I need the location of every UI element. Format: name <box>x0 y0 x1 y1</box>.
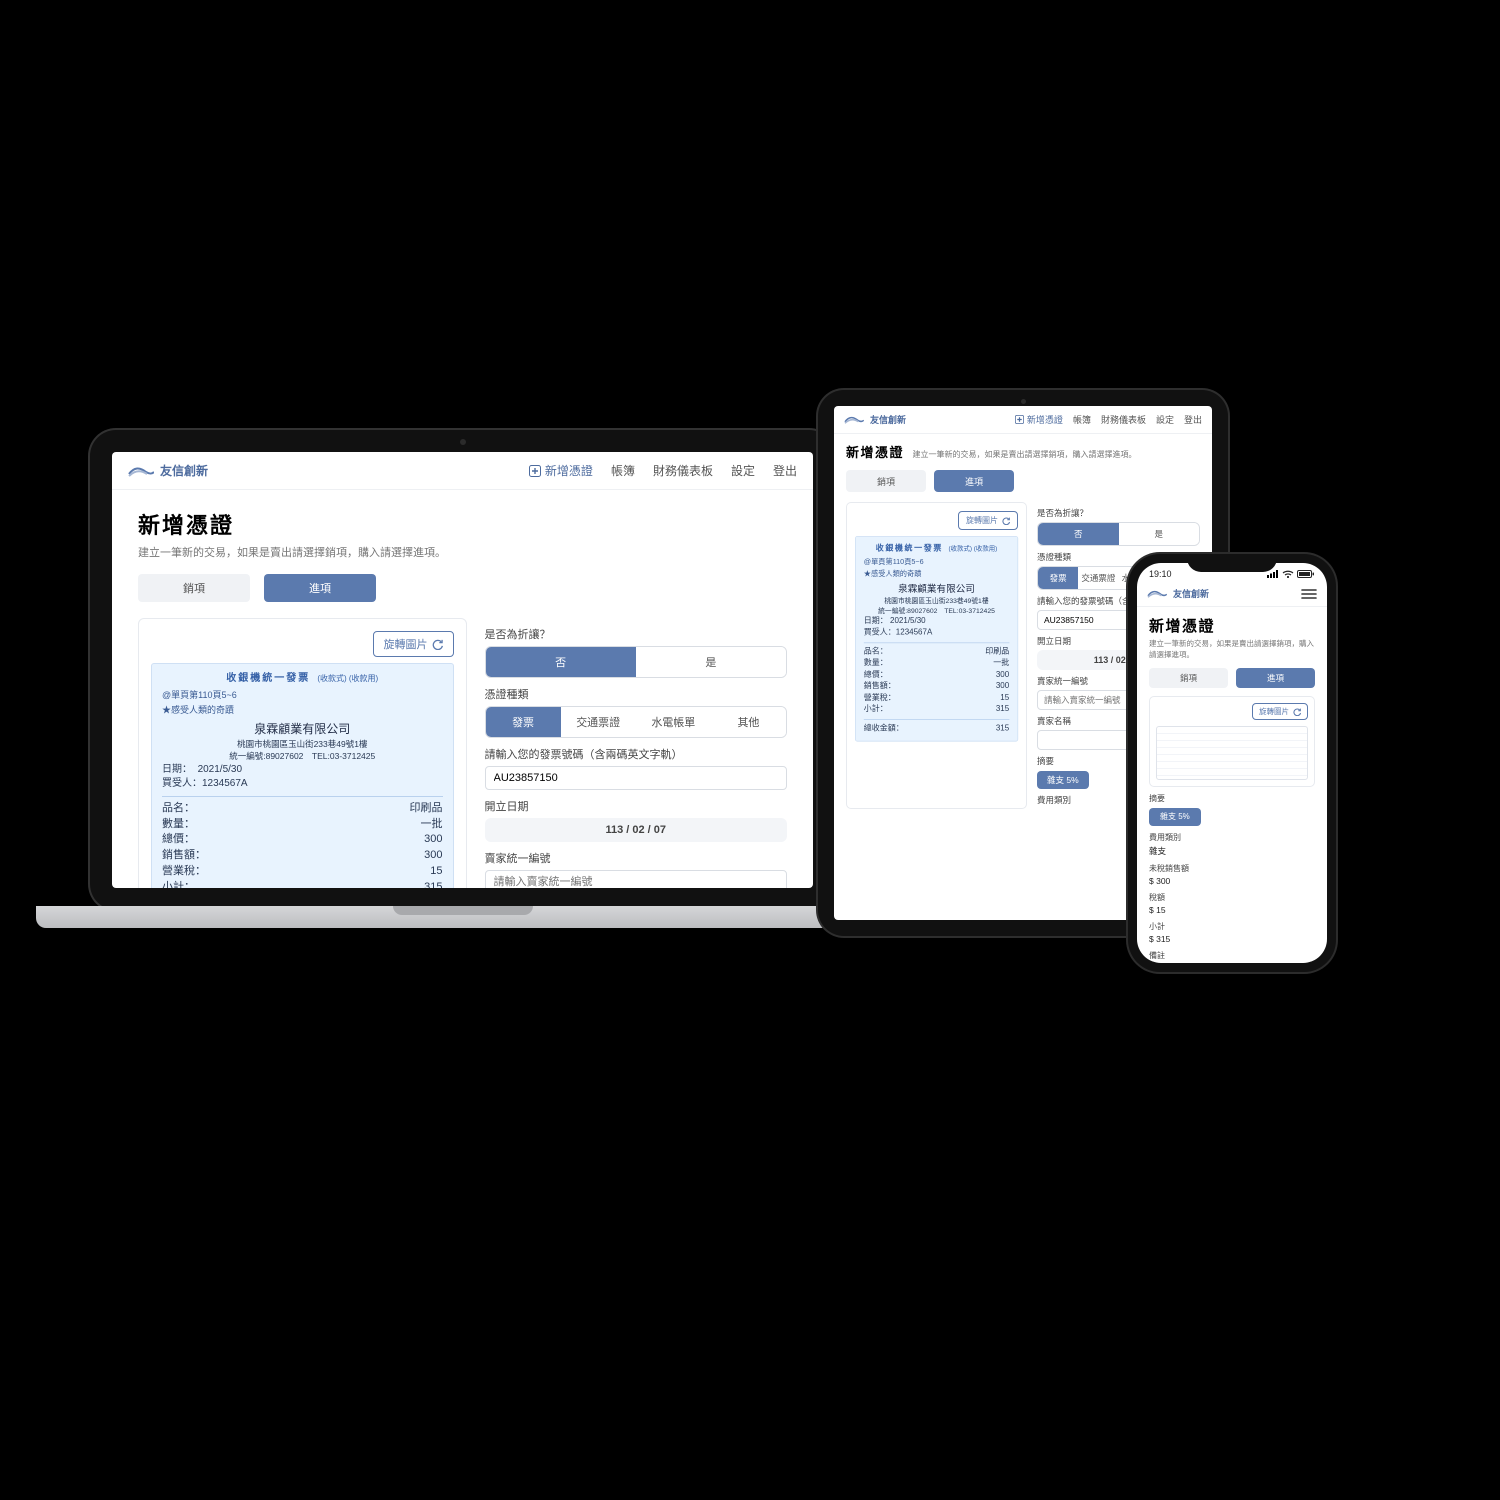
page-subtitle: 建立一筆新的交易，如果是賣出請選擇銷項，購入請選擇進項。 <box>1149 638 1315 660</box>
brand-logo[interactable]: 友信創新 <box>844 413 906 426</box>
nav-add-voucher[interactable]: 新增憑證 <box>529 462 593 479</box>
signal-icon <box>1267 570 1279 578</box>
rotate-button[interactable]: 旋轉圖片 <box>1252 703 1308 720</box>
main-nav: 新增憑證 帳簿 財務儀表板 設定 登出 <box>1015 413 1202 426</box>
status-time: 19:10 <box>1149 569 1172 579</box>
rotate-icon <box>1293 708 1301 716</box>
brand-name: 友信創新 <box>160 462 208 479</box>
nav-settings[interactable]: 設定 <box>731 462 755 479</box>
total-value: $ 315 <box>1149 934 1315 944</box>
rotate-button[interactable]: 旋轉圖片 <box>958 511 1018 530</box>
laptop-screen: 友信創新 新增憑證 帳簿 財務儀表板 設定 登出 新增憑證 建立一筆新的交易，如… <box>112 452 813 888</box>
invoice-number-input[interactable] <box>485 766 788 790</box>
date-label: 開立日期 <box>485 798 788 814</box>
tab-output[interactable]: 銷項 <box>138 574 250 602</box>
type-other[interactable]: 其他 <box>711 707 786 737</box>
page-subtitle: 建立一筆新的交易，如果是賣出請選擇銷項，購入請選擇進項。 <box>912 450 1136 459</box>
tab-input[interactable]: 進項 <box>1236 668 1315 688</box>
voucher-type-segment: 發票 交通票證 水電帳單 其他 <box>485 706 788 738</box>
plus-box-icon <box>1015 415 1024 424</box>
seller-id-input[interactable] <box>485 870 788 888</box>
summary-chip[interactable]: 雜支 5% <box>1037 771 1089 789</box>
invoice-preview: 收銀機統一發票 (收款式) (收款用) @單頁第110頁5~6 ★感受人類的奇蹟… <box>151 663 454 888</box>
untaxed-value: $ 300 <box>1149 876 1315 886</box>
allowance-yes[interactable]: 是 <box>636 647 786 677</box>
receipt-panel: 旋轉圖片 <box>1149 696 1315 787</box>
swoosh-icon <box>1147 589 1167 598</box>
tab-input[interactable]: 進項 <box>934 470 1014 492</box>
type-utility[interactable]: 水電帳單 <box>636 707 711 737</box>
nav-dashboard[interactable]: 財務儀表板 <box>1101 413 1146 426</box>
swoosh-icon <box>128 465 154 477</box>
laptop-base <box>36 906 890 928</box>
rotate-button[interactable]: 旋轉圖片 <box>373 631 454 657</box>
nav-dashboard[interactable]: 財務儀表板 <box>653 462 713 479</box>
summary-chip[interactable]: 雜支 5% <box>1149 808 1201 826</box>
note-label: 備註 <box>1149 950 1315 961</box>
nav-settings[interactable]: 設定 <box>1156 413 1174 426</box>
topbar: 友信創新 新增憑證 帳簿 財務儀表板 設定 登出 <box>112 452 813 490</box>
hamburger-icon[interactable] <box>1301 588 1317 600</box>
tab-output[interactable]: 銷項 <box>846 470 926 492</box>
tax-label: 稅額 <box>1149 892 1315 903</box>
swoosh-icon <box>844 415 864 424</box>
brand-logo[interactable]: 友信創新 <box>128 462 208 479</box>
brand-logo[interactable]: 友信創新 <box>1147 587 1209 600</box>
untaxed-label: 未稅銷售額 <box>1149 863 1315 874</box>
allowance-yes[interactable]: 是 <box>1119 523 1200 545</box>
page-title: 新增憑證 <box>846 445 904 460</box>
nav-logout[interactable]: 登出 <box>773 462 797 479</box>
battery-icon <box>1297 570 1315 578</box>
phone-frame: 19:10 友信創新 新增憑證 建立一筆新的交易，如果是賣出請選擇銷項，購入請選 <box>1128 554 1336 972</box>
allowance-segment: 否 是 <box>485 646 788 678</box>
laptop-frame: 友信創新 新增憑證 帳簿 財務儀表板 設定 登出 新增憑證 建立一筆新的交易，如… <box>90 430 835 910</box>
allowance-segment: 否 是 <box>1037 522 1200 546</box>
receipt-panel: 旋轉圖片 收銀機統一發票 (收款式) (收款用) @單頁第110頁5~6 ★感受… <box>846 502 1027 809</box>
topbar: 友信創新 新增憑證 帳簿 財務儀表板 設定 登出 <box>834 406 1212 434</box>
nav-logout[interactable]: 登出 <box>1184 413 1202 426</box>
type-transport[interactable]: 交通票證 <box>1078 567 1118 589</box>
main-nav: 新增憑證 帳簿 財務儀表板 設定 登出 <box>529 462 797 479</box>
nav-ledger[interactable]: 帳簿 <box>611 462 635 479</box>
voucher-type-label: 憑證種類 <box>485 686 788 702</box>
topbar: 友信創新 <box>1137 581 1327 607</box>
category-label: 費用類別 <box>1149 832 1315 843</box>
allowance-no[interactable]: 否 <box>1038 523 1119 545</box>
phone-screen: 19:10 友信創新 新增憑證 建立一筆新的交易，如果是賣出請選擇銷項，購入請選 <box>1137 563 1327 963</box>
allowance-no[interactable]: 否 <box>486 647 636 677</box>
wifi-icon <box>1282 570 1294 578</box>
voucher-form: 摘要 雜支 5% 費用類別 雜支 未稅銷售額 $ 300 稅額 $ 15 小計 … <box>1149 793 1315 963</box>
type-invoice[interactable]: 發票 <box>486 707 561 737</box>
direction-tabs: 銷項 進項 <box>1149 668 1315 688</box>
type-invoice[interactable]: 發票 <box>1038 567 1078 589</box>
number-label: 請輸入您的發票號碼（含兩碼英文字軌） <box>485 746 788 762</box>
page-title: 新增憑證 <box>1149 615 1315 636</box>
tax-value: $ 15 <box>1149 905 1315 915</box>
page-subtitle: 建立一筆新的交易，如果是賣出請選擇銷項，購入請選擇進項。 <box>138 544 787 560</box>
tab-output[interactable]: 銷項 <box>1149 668 1228 688</box>
tab-input[interactable]: 進項 <box>264 574 376 602</box>
category-value: 雜支 <box>1149 845 1315 857</box>
summary-label: 摘要 <box>1149 793 1315 804</box>
seller-id-label: 賣家統一編號 <box>485 850 788 866</box>
total-label: 小計 <box>1149 921 1315 932</box>
phone-notch <box>1187 554 1277 572</box>
page-title: 新增憑證 <box>138 508 787 540</box>
nav-ledger[interactable]: 帳簿 <box>1073 413 1091 426</box>
allowance-label: 是否為折讓？ <box>1037 507 1200 519</box>
type-transport[interactable]: 交通票證 <box>561 707 636 737</box>
direction-tabs: 銷項 進項 <box>846 470 1200 492</box>
issue-date-field[interactable]: 113 / 02 / 07 <box>485 818 788 842</box>
direction-tabs: 銷項 進項 <box>138 574 787 602</box>
plus-box-icon <box>529 465 541 477</box>
invoice-thumbnail[interactable] <box>1156 726 1308 780</box>
voucher-form: 是否為折讓？ 否 是 憑證種類 發票 交通票證 水電帳單 其他 請輸入您的發票號… <box>485 618 788 888</box>
rotate-icon <box>1002 517 1010 525</box>
invoice-preview: 收銀機統一發票 (收款式) (收款用) @單頁第110頁5~6 ★感受人類的奇蹟… <box>855 536 1018 742</box>
nav-add-voucher[interactable]: 新增憑證 <box>1015 413 1063 426</box>
rotate-icon <box>432 639 443 650</box>
allowance-label: 是否為折讓？ <box>485 626 788 642</box>
receipt-panel: 旋轉圖片 收銀機統一發票 (收款式) (收款用) @單頁第110頁5~6 ★感受… <box>138 618 467 888</box>
